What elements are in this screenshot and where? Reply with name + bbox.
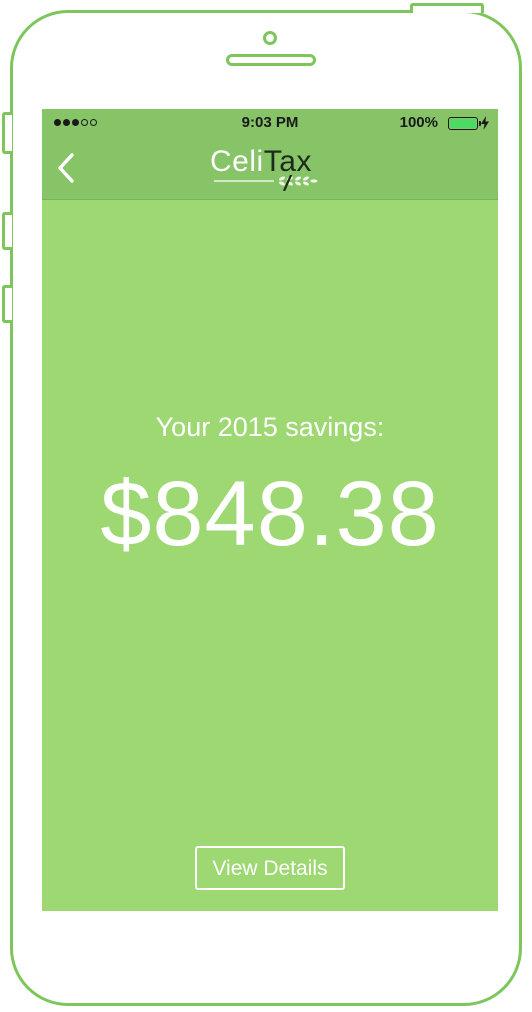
charging-bolt-icon xyxy=(481,116,489,130)
chevron-left-icon[interactable] xyxy=(54,151,80,185)
earpiece-speaker xyxy=(226,54,316,66)
view-details-button[interactable]: View Details xyxy=(195,846,345,890)
battery-icon xyxy=(448,117,481,130)
power-button xyxy=(410,3,484,13)
navigation-bar: CeliTax xyxy=(42,137,498,200)
volume-down-button xyxy=(2,285,12,323)
volume-up-button xyxy=(2,212,12,250)
front-camera xyxy=(263,31,277,45)
mute-switch xyxy=(2,112,12,154)
savings-amount: $848.38 xyxy=(100,463,440,565)
celitax-logo: CeliTax xyxy=(210,147,330,193)
logo-text-tax: Tax xyxy=(263,145,312,178)
screen: 9:03 PM 100% CeliTax Your 2015 savings: … xyxy=(42,109,498,911)
battery-percent: 100% xyxy=(399,114,438,131)
status-bar: 9:03 PM 100% xyxy=(42,109,498,137)
savings-label: Your 2015 savings: xyxy=(155,412,385,442)
battery-level xyxy=(450,119,476,128)
logo-text-celi: Celi xyxy=(210,145,264,178)
wheat-icon xyxy=(214,175,318,191)
